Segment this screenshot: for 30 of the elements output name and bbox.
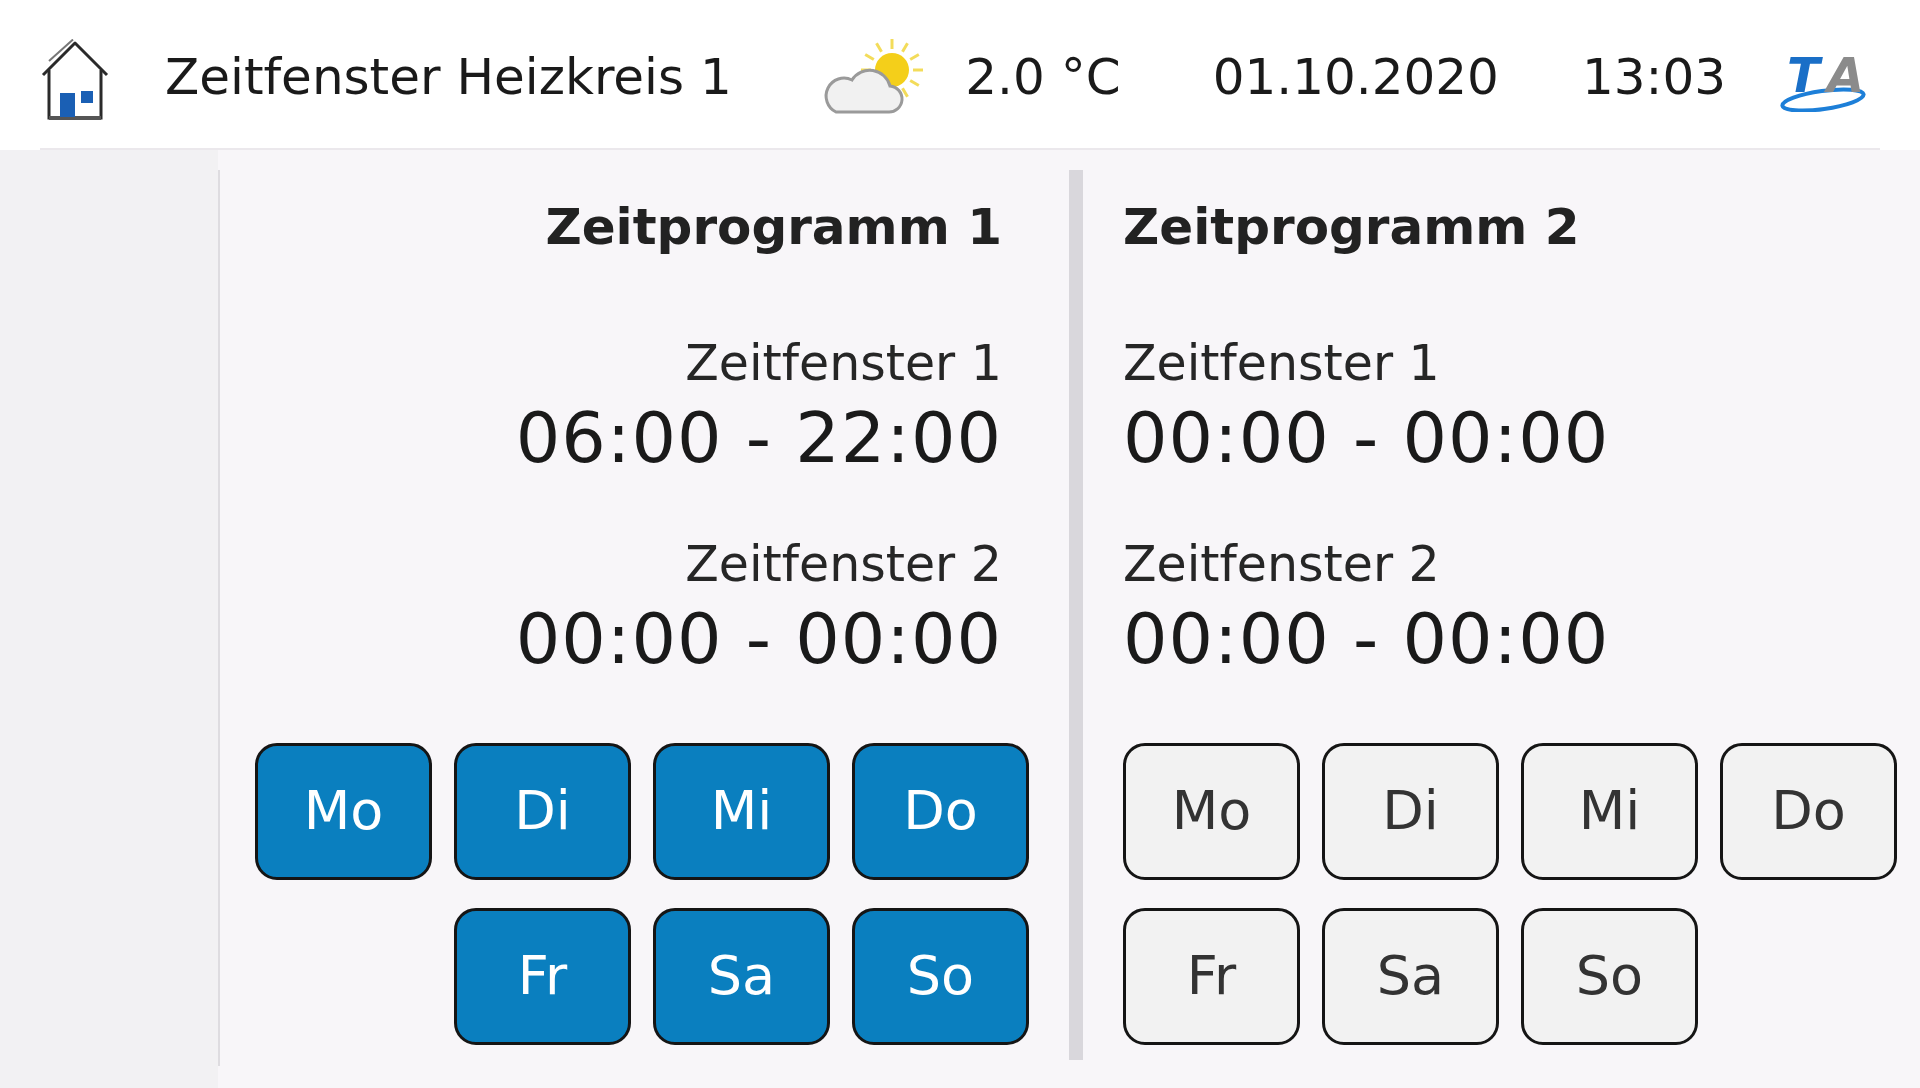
day-toggle-button[interactable]: Do: [1720, 742, 1897, 880]
time-window-label: Zeitfenster 2: [1123, 535, 1440, 595]
day-toggle-button[interactable]: Fr: [1123, 907, 1300, 1045]
day-toggle-button[interactable]: Mo: [255, 742, 432, 880]
time-window-range[interactable]: 00:00 - 00:00: [515, 596, 1002, 681]
time-window-label: Zeitfenster 1: [685, 335, 1002, 394]
page-title: Zeitfenster Heizkreis 1: [165, 49, 732, 107]
program-heading: Zeitprogramm 2: [1123, 197, 1580, 257]
house-icon[interactable]: [40, 39, 110, 121]
day-toggle-button[interactable]: Mi: [1521, 742, 1698, 880]
time-window-label: Zeitfenster 2: [685, 535, 1002, 595]
day-toggle-button[interactable]: Do: [852, 742, 1029, 880]
day-toggle-button[interactable]: Sa: [653, 907, 830, 1045]
time-window-label: Zeitfenster 1: [1123, 335, 1440, 394]
time-window-range[interactable]: 06:00 - 22:00: [515, 395, 1002, 480]
day-toggle-button[interactable]: So: [1521, 907, 1698, 1045]
temperature-text: 2.0 °C: [965, 49, 1121, 107]
day-toggle-button[interactable]: Mo: [1123, 742, 1300, 880]
date-text: 01.10.2020: [1212, 49, 1499, 107]
time-window-range[interactable]: 00:00 - 00:00: [1123, 596, 1610, 681]
day-toggle-button[interactable]: Di: [1322, 742, 1499, 880]
time-window-range[interactable]: 00:00 - 00:00: [1123, 395, 1610, 480]
day-toggle-button[interactable]: Fr: [454, 907, 631, 1045]
day-toggle-button[interactable]: Di: [454, 742, 631, 880]
day-toggle-button[interactable]: So: [852, 907, 1029, 1045]
company-logo: TA: [1779, 48, 1871, 112]
program-heading: Zeitprogramm 1: [545, 197, 1002, 257]
day-toggle-button[interactable]: Sa: [1322, 907, 1499, 1045]
day-toggle-button[interactable]: Mi: [653, 742, 830, 880]
time-text: 13:03: [1581, 49, 1726, 107]
